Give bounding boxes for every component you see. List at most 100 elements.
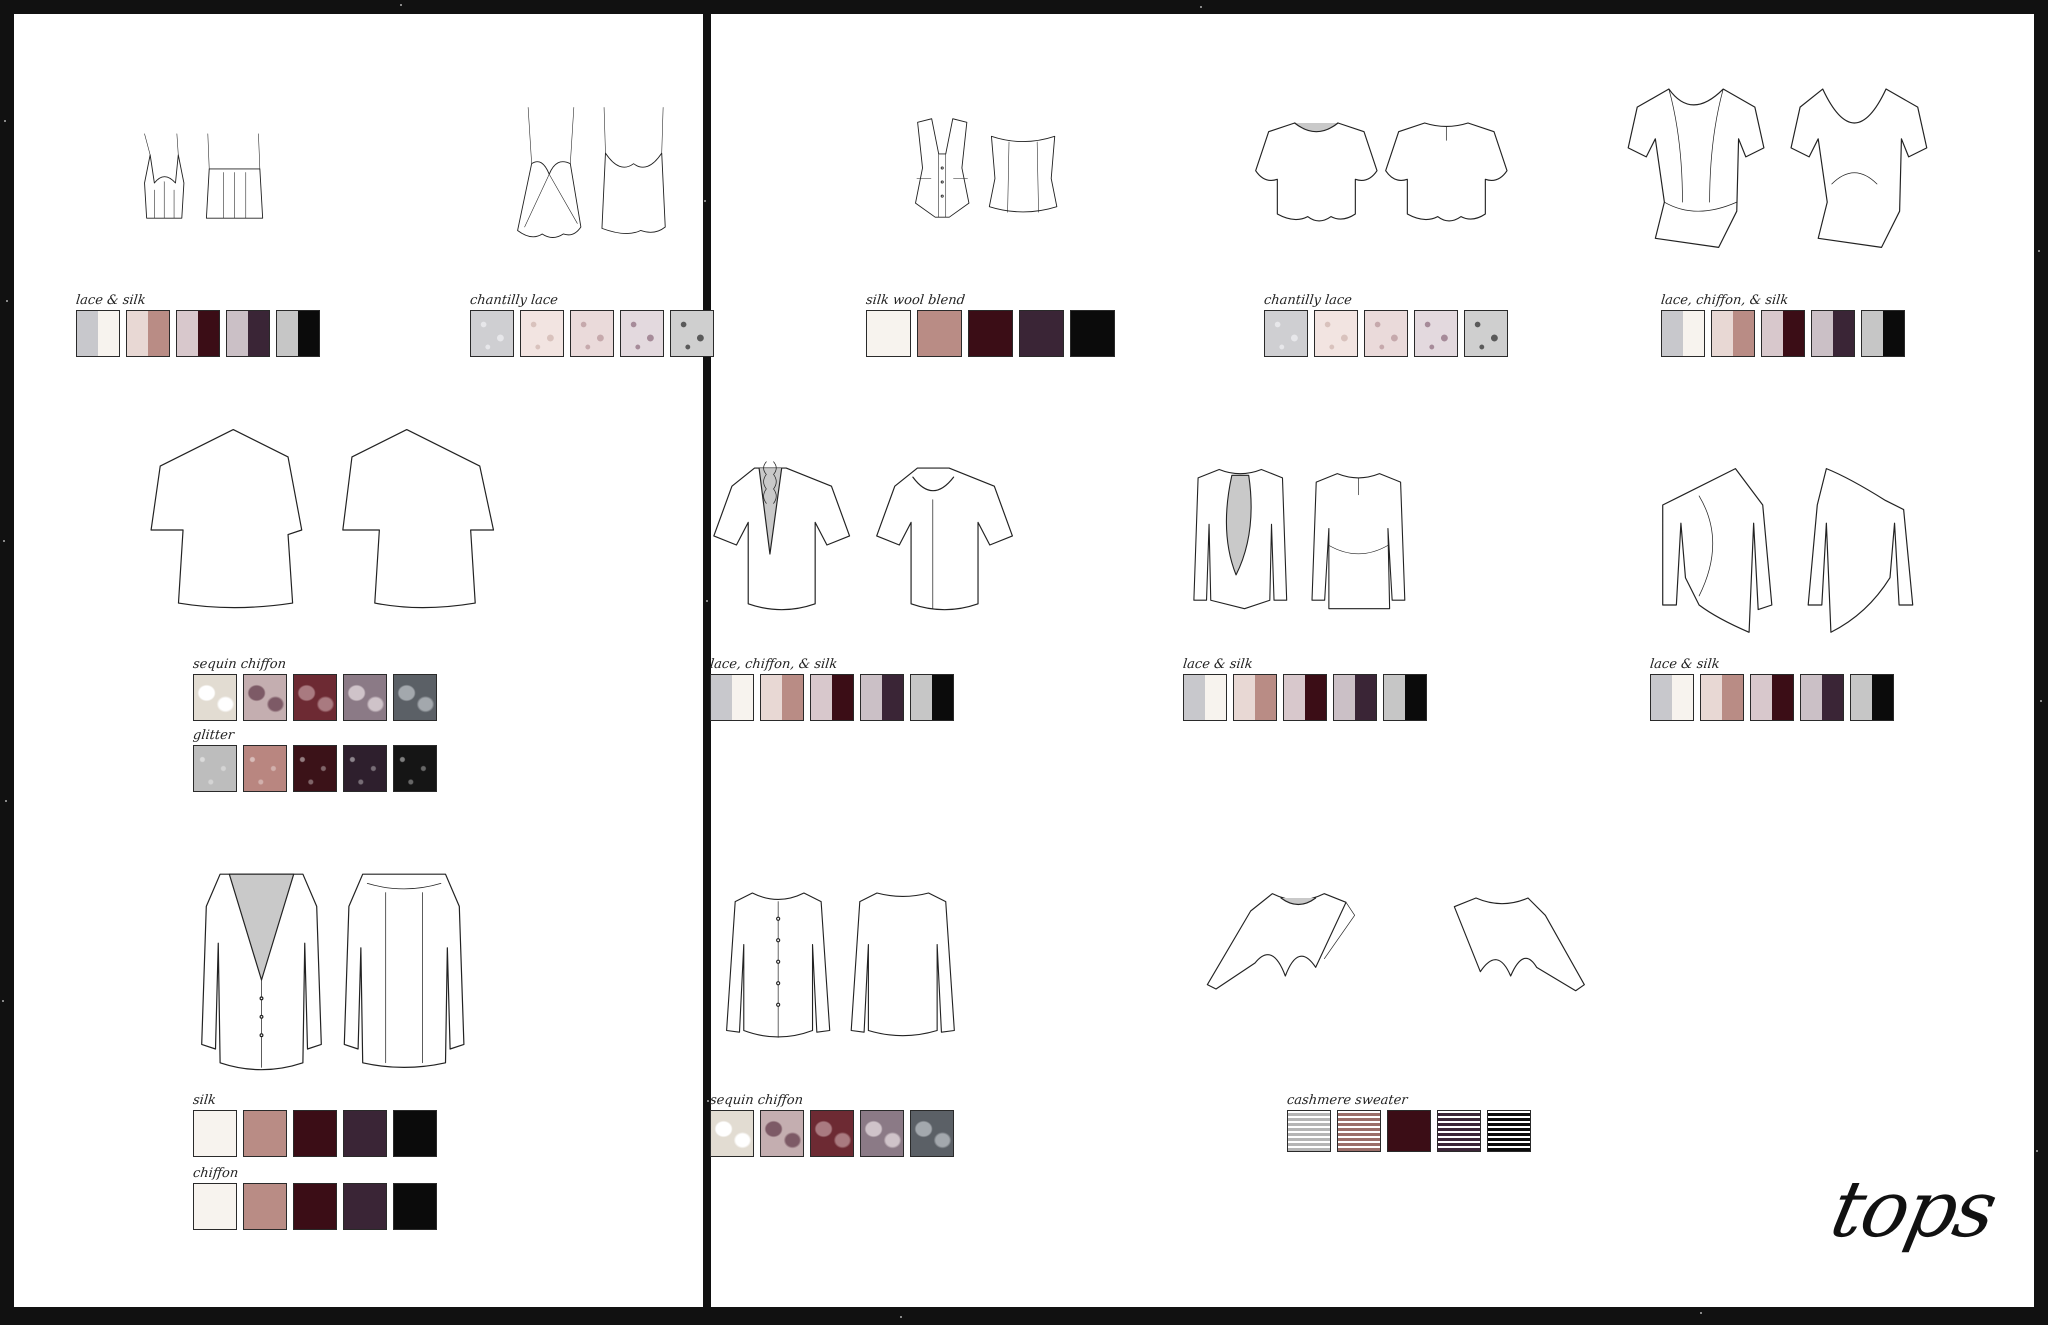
- swatch-half: [782, 675, 803, 720]
- fabric-label: sequin chiffon: [192, 657, 287, 672]
- fabric-swatch: [910, 1110, 954, 1157]
- fabric-swatch: [293, 1183, 337, 1230]
- swatch-row: [710, 1110, 954, 1157]
- fabric-swatch: [343, 745, 387, 792]
- swatch-half: [227, 311, 248, 356]
- fabric-swatch: [570, 310, 614, 357]
- fabric-swatch: [1383, 674, 1427, 721]
- swatch-half: [1812, 311, 1833, 356]
- fabric-swatch: [1414, 310, 1458, 357]
- speck: [3, 540, 5, 542]
- speck: [1200, 6, 1202, 8]
- fabric-swatch: [176, 310, 220, 357]
- swatch-half: [1733, 311, 1754, 356]
- fabric-swatch: [968, 310, 1013, 357]
- fabric-swatch: [193, 745, 237, 792]
- swatch-half: [832, 675, 853, 720]
- fabric-label: lace & silk: [75, 293, 147, 308]
- speck: [1700, 1312, 1702, 1314]
- speck: [900, 1316, 902, 1318]
- swatch-half: [1234, 675, 1255, 720]
- swatch-half: [1405, 675, 1426, 720]
- swatch-row: [1287, 1110, 1531, 1152]
- fabric-swatch: [1761, 310, 1805, 357]
- fabric-swatch: [910, 674, 954, 721]
- fabric-swatch: [1070, 310, 1115, 357]
- fabric-label: lace, chiffon, & silk: [709, 657, 838, 672]
- fabric-swatch: [1387, 1110, 1431, 1152]
- off-shoulder-tee-icon: [130, 425, 510, 635]
- fabric-swatch: [293, 674, 337, 721]
- bustier-top-icon: [115, 118, 340, 248]
- fabric-swatch: [760, 1110, 804, 1157]
- draped-cardigan-icon: [1640, 455, 1940, 655]
- swatch-half: [277, 311, 298, 356]
- fabric-swatch: [1364, 310, 1408, 357]
- fabric-swatch: [1287, 1110, 1331, 1152]
- swatch-half: [1851, 675, 1872, 720]
- fabric-swatch: [620, 310, 664, 357]
- fabric-swatch: [276, 310, 320, 357]
- fabric-swatch: [293, 1110, 337, 1157]
- swatch-half: [1334, 675, 1355, 720]
- fabric-swatch: [343, 1183, 387, 1230]
- corset-vest-icon: [893, 100, 1118, 250]
- swatch-row: [193, 1110, 437, 1157]
- swatch-half: [148, 311, 169, 356]
- swatch-half: [761, 675, 782, 720]
- fabric-label: cashmere sweater: [1286, 1093, 1409, 1108]
- swatch-half: [732, 675, 753, 720]
- fabric-swatch: [1800, 674, 1844, 721]
- swatch-half: [98, 311, 119, 356]
- v-back-shirt-icon: [178, 865, 483, 1095]
- fabric-swatch: [393, 1183, 437, 1230]
- fabric-swatch: [1700, 674, 1744, 721]
- swatch-half: [911, 675, 932, 720]
- swatch-half: [1772, 675, 1793, 720]
- speck: [2040, 700, 2042, 702]
- swatch-row: [710, 674, 954, 721]
- swatch-row: [76, 310, 320, 357]
- fabric-swatch: [1233, 674, 1277, 721]
- fabric-swatch: [1314, 310, 1358, 357]
- fabric-label: sequin chiffon: [709, 1093, 804, 1108]
- swatch-row: [1183, 674, 1427, 721]
- swatch-half: [1205, 675, 1226, 720]
- swatch-half: [1662, 311, 1683, 356]
- fabric-swatch: [126, 310, 170, 357]
- fabric-swatch: [193, 674, 237, 721]
- fabric-swatch: [343, 674, 387, 721]
- fabric-label: lace, chiffon, & silk: [1660, 293, 1789, 308]
- fabric-swatch: [1337, 1110, 1381, 1152]
- fabric-swatch: [670, 310, 714, 357]
- fabric-swatch: [710, 1110, 754, 1157]
- fabric-swatch: [520, 310, 564, 357]
- fabric-swatch: [393, 674, 437, 721]
- fabric-swatch: [1183, 674, 1227, 721]
- fabric-swatch: [243, 1110, 287, 1157]
- swatch-half: [1883, 311, 1904, 356]
- fabric-label: chiffon: [192, 1166, 240, 1181]
- swatch-half: [298, 311, 319, 356]
- swatch-half: [861, 675, 882, 720]
- swatch-row: [193, 745, 437, 792]
- swatch-half: [198, 311, 219, 356]
- swatch-row: [866, 310, 1115, 357]
- fabric-label: chantilly lace: [1263, 293, 1353, 308]
- swatch-half: [1683, 311, 1704, 356]
- swatch-half: [1651, 675, 1672, 720]
- fabric-swatch: [1283, 674, 1327, 721]
- fabric-label: glitter: [192, 728, 235, 743]
- swatch-half: [77, 311, 98, 356]
- swatch-row: [1650, 674, 1894, 721]
- fabric-swatch: [810, 674, 854, 721]
- fabric-swatch: [1811, 310, 1855, 357]
- swatch-half: [1822, 675, 1843, 720]
- speck: [2, 1000, 4, 1002]
- page-title: tops: [1823, 1165, 2003, 1255]
- swatch-half: [1801, 675, 1822, 720]
- fabric-swatch: [1264, 310, 1308, 357]
- fabric-swatch: [1661, 310, 1705, 357]
- fabric-swatch: [193, 1183, 237, 1230]
- swatch-half: [1701, 675, 1722, 720]
